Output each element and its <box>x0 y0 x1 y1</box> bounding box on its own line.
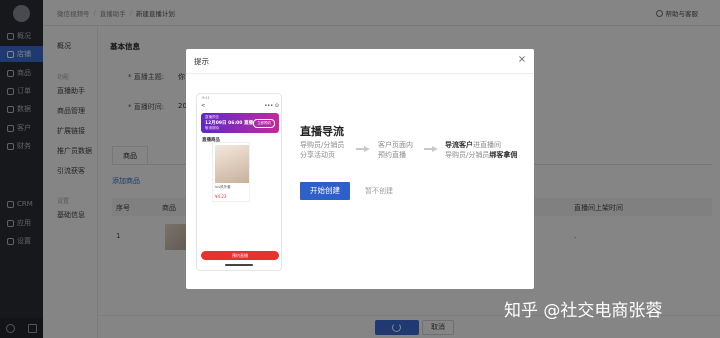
more-icon: ••• ⊙ <box>264 103 279 109</box>
flow-step-3: 导流客户进直播间 导购员/分销员绑客拿佣 <box>445 141 518 159</box>
flow-step-1: 导购员/分销员 分享活动页 <box>300 141 345 159</box>
phone-product-card: Ins风外套 ¥4.23 <box>212 142 250 202</box>
start-create-button[interactable]: 开始创建 <box>300 182 350 200</box>
phone-product-name: Ins风外套 <box>215 185 231 189</box>
phone-preview: 9:41 < ••• ⊙ 直播预告 12月09日 06:00 直播 敬请期待 立… <box>196 93 282 271</box>
phone-product-price: ¥4.23 <box>215 194 227 199</box>
dialog-title: 提示 <box>194 56 209 66</box>
tip-dialog: 提示 × 9:41 < ••• ⊙ 直播预告 12月09日 06:00 直播 敬… <box>186 49 534 289</box>
flow-title: 直播导流 <box>300 125 344 138</box>
live-banner: 直播预告 12月09日 06:00 直播 敬请期待 立即预约 <box>201 113 279 133</box>
phone-status-time: 9:41 <box>202 96 210 100</box>
banner-reserve-button: 立即预约 <box>253 119 275 128</box>
skip-create-button[interactable]: 暂不创建 <box>365 186 393 196</box>
banner-subtitle: 敬请期待 <box>205 126 219 130</box>
arrow-right-icon <box>356 146 370 152</box>
dialog-header: 提示 <box>186 49 534 74</box>
phone-cta-button: 预约直播 <box>201 251 279 260</box>
phone-navbar: < ••• ⊙ <box>201 103 279 109</box>
close-icon[interactable]: × <box>517 55 527 65</box>
phone-home-indicator <box>225 264 253 266</box>
phone-product-image <box>215 145 249 183</box>
arrow-right-icon <box>424 146 438 152</box>
back-icon: < <box>201 103 206 109</box>
watermark: 知乎 @社交电商张蓉 <box>504 301 663 321</box>
flow-step-2: 客户页面内 预约直播 <box>378 141 413 159</box>
